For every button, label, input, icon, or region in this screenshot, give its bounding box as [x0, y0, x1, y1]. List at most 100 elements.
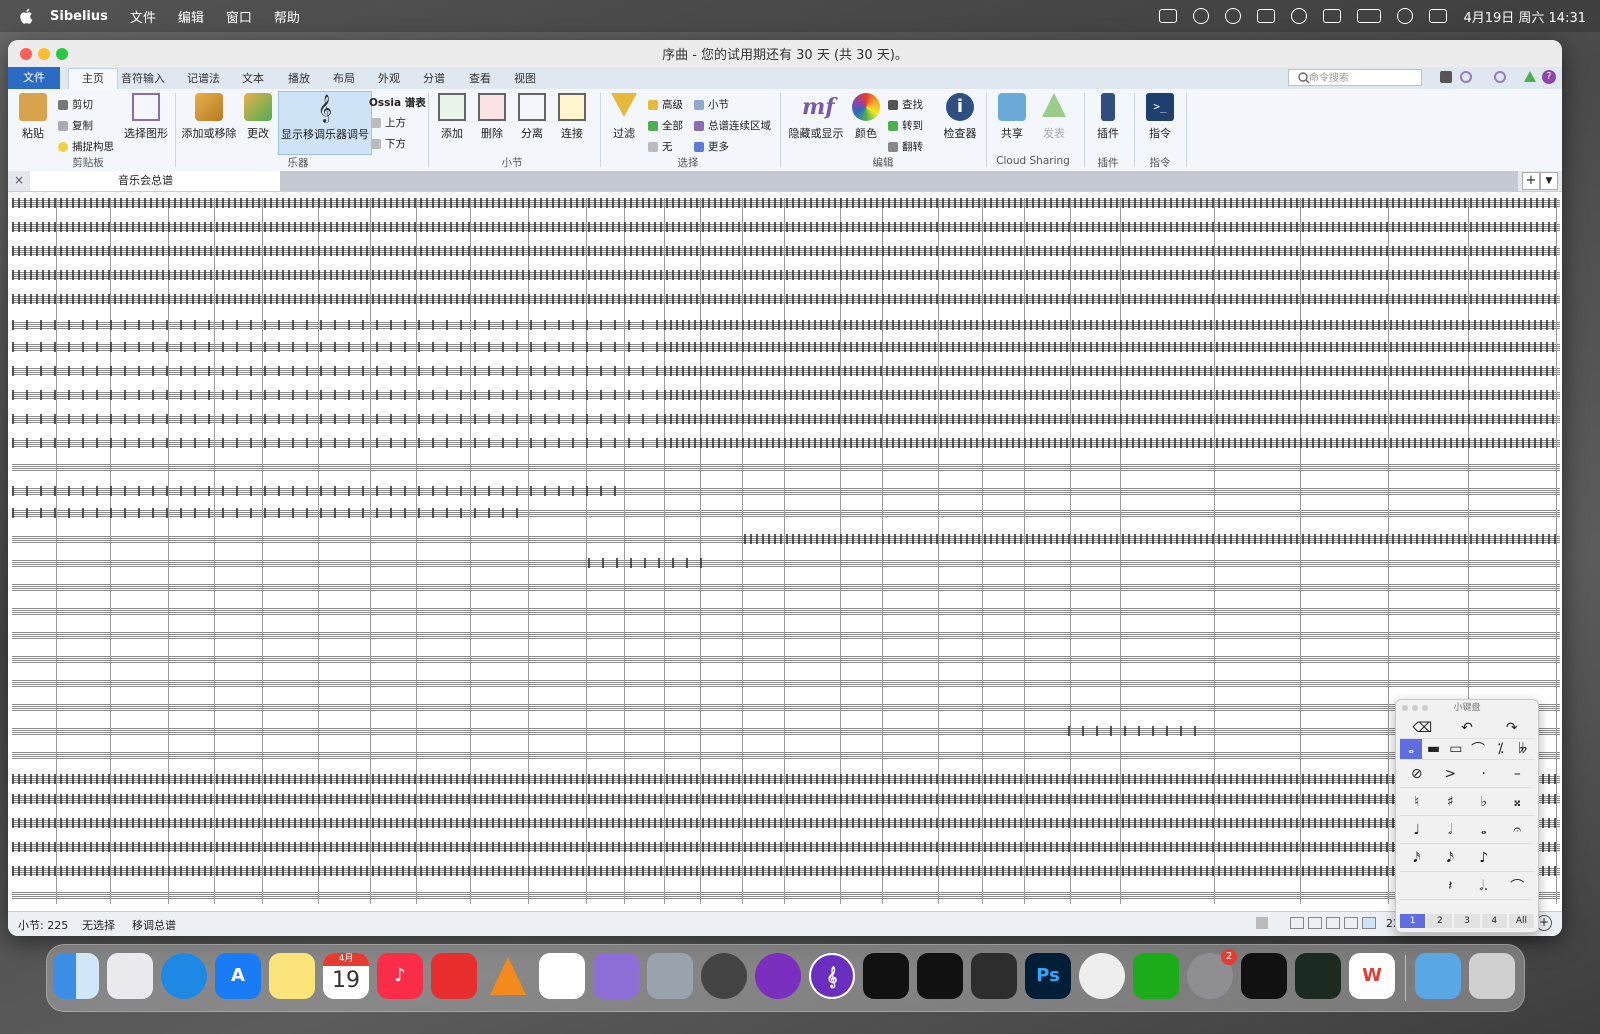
- zoom-window-button[interactable]: [56, 48, 68, 60]
- split-bar-button[interactable]: 分离: [514, 93, 550, 141]
- terminal-icon[interactable]: [1241, 953, 1287, 999]
- share-button[interactable]: 共享: [994, 93, 1030, 141]
- tab-note-input[interactable]: 音符输入: [121, 70, 165, 86]
- music-icon[interactable]: ♪: [377, 953, 423, 999]
- keypad-layout-more-notes[interactable]: ▬: [1422, 739, 1445, 760]
- keypad-layout-accidentals[interactable]: 𝄫: [1511, 739, 1534, 760]
- view-mode-icon[interactable]: [1290, 917, 1304, 929]
- delete-key[interactable]: ⌫: [1400, 718, 1445, 739]
- view-mode-icon[interactable]: [1326, 917, 1340, 929]
- plugins-button[interactable]: 插件: [1090, 93, 1126, 141]
- keypad-layout-articulations[interactable]: ⌒: [1466, 739, 1490, 760]
- inspector-button[interactable]: i 检查器: [942, 93, 978, 141]
- avid-icon[interactable]: [755, 953, 801, 999]
- menu-edit[interactable]: 编辑: [178, 7, 204, 26]
- calendar-icon[interactable]: 4月 19: [323, 953, 369, 999]
- trash-icon[interactable]: [1469, 953, 1515, 999]
- half-note-key[interactable]: 𝅗𝅥: [1433, 816, 1467, 844]
- bell-status-icon[interactable]: [1257, 9, 1276, 23]
- sixteenth-note-key[interactable]: 𝅘𝅥𝅯: [1433, 844, 1467, 872]
- activity-monitor-icon[interactable]: [1295, 953, 1341, 999]
- ossia-above-button[interactable]: 上方: [371, 115, 406, 130]
- wechat-status-icon[interactable]: [1291, 8, 1308, 24]
- openai-status-icon[interactable]: [1225, 8, 1242, 24]
- select-system-passage-button[interactable]: 总谱连续区域: [694, 118, 771, 133]
- add-remove-instruments-button[interactable]: 添加或移除: [181, 93, 237, 141]
- empty-key[interactable]: [1500, 844, 1534, 872]
- quarter-note-key[interactable]: ♩: [1400, 816, 1434, 844]
- notes-icon[interactable]: [269, 953, 315, 999]
- keypad-layout-jazz[interactable]: ⁒: [1489, 739, 1512, 760]
- redo-icon[interactable]: [1494, 71, 1506, 83]
- tenuto-key[interactable]: –: [1500, 760, 1534, 788]
- join-bar-button[interactable]: 连接: [554, 93, 590, 141]
- change-instrument-button[interactable]: 更改: [242, 93, 274, 141]
- menu-help[interactable]: 帮助: [274, 7, 300, 26]
- filter-button[interactable]: 过滤: [606, 93, 642, 141]
- voice-2-button[interactable]: 2: [1427, 914, 1453, 928]
- tab-file[interactable]: 文件: [8, 67, 60, 89]
- tab-appearance[interactable]: 外观: [378, 70, 400, 86]
- keypad-minimize-button[interactable]: [1412, 705, 1418, 711]
- publish-button[interactable]: 发表: [1036, 93, 1072, 141]
- tab-home[interactable]: 主页: [68, 68, 118, 90]
- slur-key[interactable]: ⌒: [1500, 872, 1534, 900]
- keypad-layout-common-notes[interactable]: 𝅝: [1400, 739, 1423, 760]
- tab-menu-icon[interactable]: ▼: [1540, 172, 1558, 190]
- flat-key[interactable]: ♭: [1467, 788, 1501, 816]
- hide-show-button[interactable]: mf 隐藏或显示: [786, 93, 846, 141]
- select-none-button[interactable]: 无: [648, 139, 673, 154]
- davinci-resolve-icon[interactable]: [971, 953, 1017, 999]
- rest-key[interactable]: ⊘: [1400, 760, 1434, 788]
- capcut-icon[interactable]: [917, 953, 963, 999]
- tab-notations[interactable]: 记谱法: [187, 70, 220, 86]
- input-method-icon[interactable]: [1323, 9, 1342, 23]
- double-whole-note-key[interactable]: 𝄐: [1500, 816, 1534, 844]
- wps-icon[interactable]: W: [1349, 953, 1395, 999]
- rest-key[interactable]: 𝄽: [1433, 872, 1467, 900]
- sharp-key[interactable]: ♯: [1433, 788, 1467, 816]
- voice-1-button[interactable]: 1: [1400, 914, 1426, 928]
- score-canvas[interactable]: [8, 192, 1562, 910]
- vlc-icon[interactable]: [485, 953, 531, 999]
- menu-window[interactable]: 窗口: [226, 7, 252, 26]
- view-mode-icon[interactable]: [1362, 917, 1376, 929]
- downloads-folder-icon[interactable]: [1415, 953, 1461, 999]
- finder-icon[interactable]: [53, 953, 99, 999]
- menu-app-name[interactable]: Sibelius: [50, 9, 108, 24]
- view-mode-icon[interactable]: [1344, 917, 1358, 929]
- dot-key[interactable]: 𝅗𝅥.: [1467, 872, 1501, 900]
- voice-3-button[interactable]: 3: [1454, 914, 1480, 928]
- capture-idea-button[interactable]: 捕捉构思: [58, 139, 114, 154]
- goto-button[interactable]: 转到: [888, 118, 923, 133]
- chatgpt-icon[interactable]: [863, 953, 909, 999]
- view-mode-icon[interactable]: [1308, 917, 1322, 929]
- add-bar-button[interactable]: 添加: [434, 93, 470, 141]
- sibelius-dock-icon[interactable]: 𝄞: [809, 953, 855, 999]
- save-icon[interactable]: [1440, 71, 1452, 83]
- tab-text[interactable]: 文本: [242, 70, 264, 86]
- select-all-button[interactable]: 全部: [648, 118, 683, 133]
- undo-icon[interactable]: [1460, 71, 1472, 83]
- system-settings-icon[interactable]: 2: [1187, 949, 1237, 999]
- new-tab-icon[interactable]: +: [1522, 172, 1540, 190]
- select-more-button[interactable]: 更多: [694, 139, 729, 154]
- delete-bar-button[interactable]: 删除: [474, 93, 510, 141]
- link-app-icon[interactable]: [539, 953, 585, 999]
- ossia-below-button[interactable]: 下方: [371, 136, 406, 151]
- flip-button[interactable]: 翻转: [888, 139, 923, 154]
- tab-layout[interactable]: 布局: [333, 70, 355, 86]
- empty-key[interactable]: [1400, 872, 1434, 900]
- natural-key[interactable]: ♮: [1400, 788, 1434, 816]
- close-window-button[interactable]: [20, 48, 32, 60]
- apple-icon[interactable]: [18, 7, 36, 25]
- vpn-status-icon[interactable]: [1193, 8, 1210, 24]
- copy-button[interactable]: 复制: [58, 118, 93, 133]
- paste-button[interactable]: 粘贴: [16, 93, 50, 141]
- dvd-player-icon[interactable]: [701, 953, 747, 999]
- color-button[interactable]: 颜色: [850, 93, 882, 141]
- thirtysecond-note-key[interactable]: 𝅘𝅥𝅯: [1400, 844, 1434, 872]
- control-center-icon[interactable]: [1429, 9, 1448, 23]
- tab-view[interactable]: 视图: [514, 70, 536, 86]
- safari-icon[interactable]: [161, 953, 207, 999]
